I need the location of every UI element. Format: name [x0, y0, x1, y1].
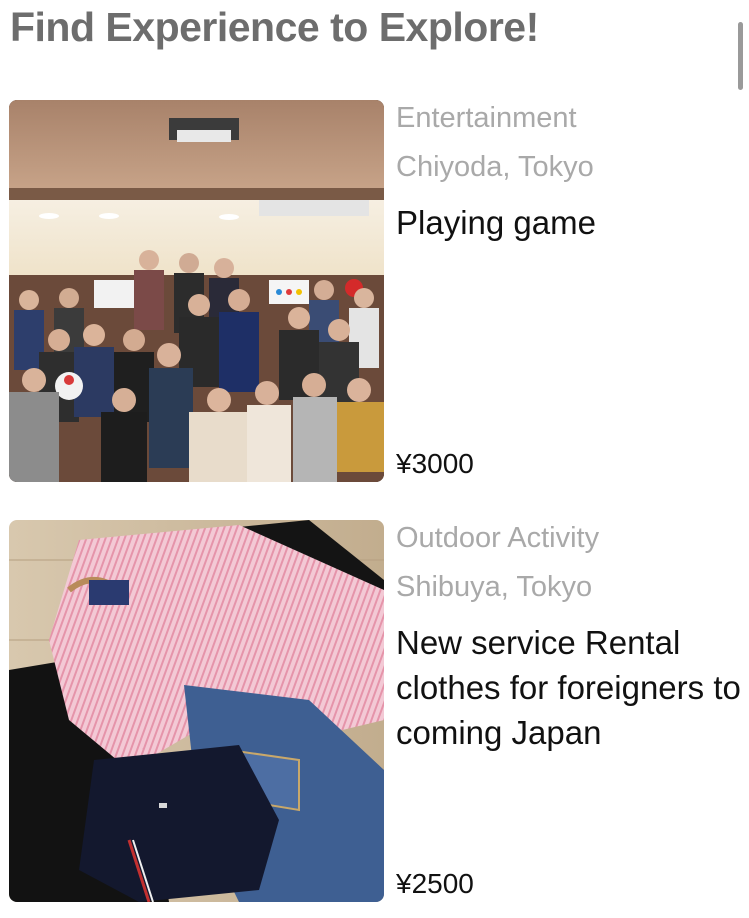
- experience-title[interactable]: Playing game: [396, 200, 741, 245]
- experience-info: Entertainment Chiyoda, Tokyo Playing gam…: [396, 100, 741, 482]
- location-label: Chiyoda, Tokyo: [396, 151, 594, 183]
- price-label: ¥3000: [396, 448, 474, 479]
- experience-card[interactable]: Outdoor Activity Shibuya, Tokyo New serv…: [0, 520, 749, 902]
- experience-list-page: Find Experience to Explore! Entertainmen…: [0, 0, 749, 918]
- group-photo-image: [9, 100, 384, 482]
- experience-card[interactable]: Entertainment Chiyoda, Tokyo Playing gam…: [0, 100, 749, 482]
- experience-title[interactable]: New service Rental clothes for foreigner…: [396, 620, 741, 755]
- page-title: Find Experience to Explore!: [10, 4, 539, 50]
- clothes-photo-thumbnail[interactable]: [9, 520, 384, 902]
- scrollbar[interactable]: [738, 22, 743, 90]
- category-label: Outdoor Activity: [396, 522, 600, 554]
- clothes-photo-image: [9, 520, 384, 902]
- category-label: Entertainment: [396, 102, 577, 134]
- location-label: Shibuya, Tokyo: [396, 571, 593, 603]
- price-label: ¥2500: [396, 868, 474, 899]
- experience-info: Outdoor Activity Shibuya, Tokyo New serv…: [396, 520, 741, 902]
- group-photo-thumbnail[interactable]: [9, 100, 384, 482]
